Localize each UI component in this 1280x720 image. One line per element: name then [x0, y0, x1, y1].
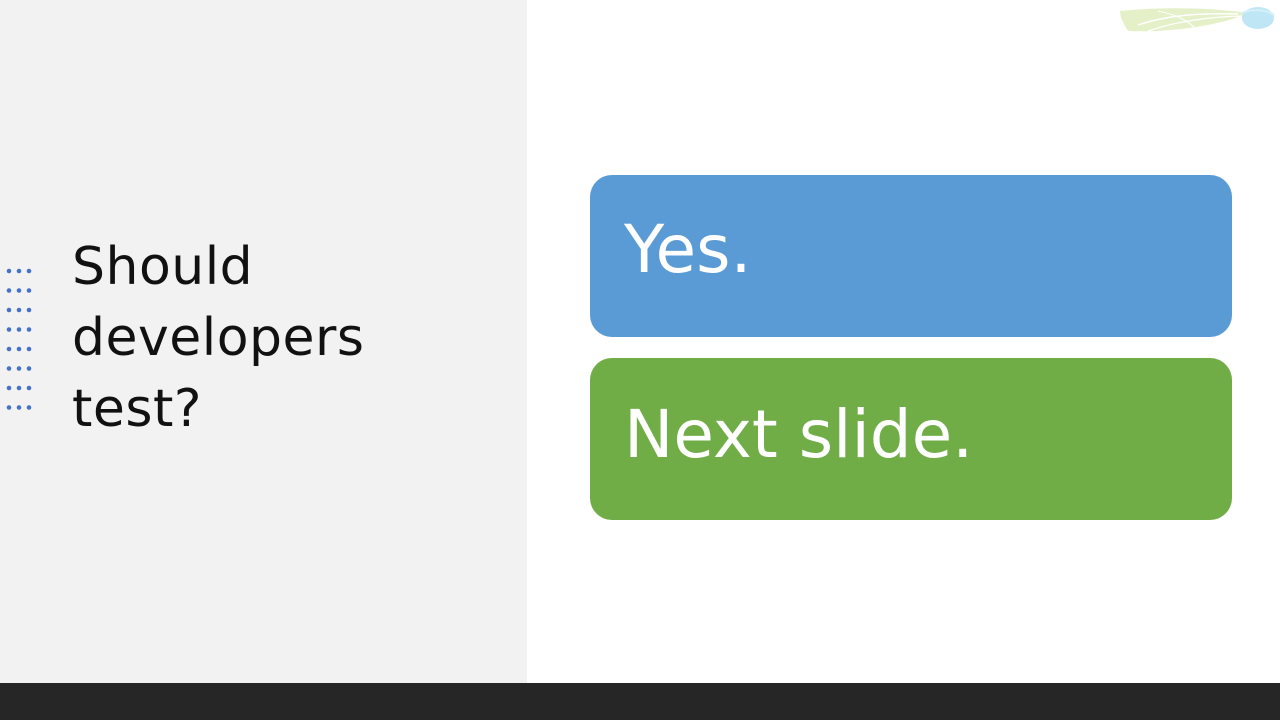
- grid-dot: [16, 268, 22, 274]
- answer-box-next-slide[interactable]: Next slide.: [590, 358, 1232, 520]
- left-panel: Should developers test?: [0, 0, 527, 683]
- bottom-bar: [0, 683, 1280, 720]
- answer-text-next-slide: Next slide.: [624, 396, 974, 473]
- grid-dot: [26, 405, 32, 410]
- grid-dot: [26, 268, 32, 274]
- grid-dot: [16, 307, 22, 313]
- grid-dot: [16, 327, 22, 332]
- slide-title: Should developers test?: [72, 237, 365, 439]
- answer-text-yes: Yes.: [624, 211, 752, 288]
- slide: Should developers test? Yes. Next slide.: [0, 0, 1280, 683]
- grid-dot: [6, 346, 12, 352]
- leaf-swoosh-icon: [1120, 7, 1275, 32]
- grid-dot: [6, 268, 12, 274]
- grid-dot: [16, 288, 22, 293]
- grid-dot: [16, 366, 22, 371]
- grid-dot: [16, 405, 22, 410]
- grid-dot: [6, 327, 12, 332]
- dotted-grid-icon: [6, 268, 32, 410]
- grid-dot: [6, 405, 12, 410]
- grid-dot: [26, 307, 32, 313]
- grid-dot: [6, 288, 12, 293]
- grid-dot: [6, 366, 12, 371]
- grid-dot: [26, 288, 32, 293]
- answer-box-yes[interactable]: Yes.: [590, 175, 1232, 337]
- grid-dot: [26, 327, 32, 332]
- grid-dot: [26, 366, 32, 371]
- grid-dot: [26, 385, 32, 391]
- grid-dot: [26, 346, 32, 352]
- grid-dot: [16, 346, 22, 352]
- grid-dot: [6, 307, 12, 313]
- grid-dot: [16, 385, 22, 391]
- grid-dot: [6, 385, 12, 391]
